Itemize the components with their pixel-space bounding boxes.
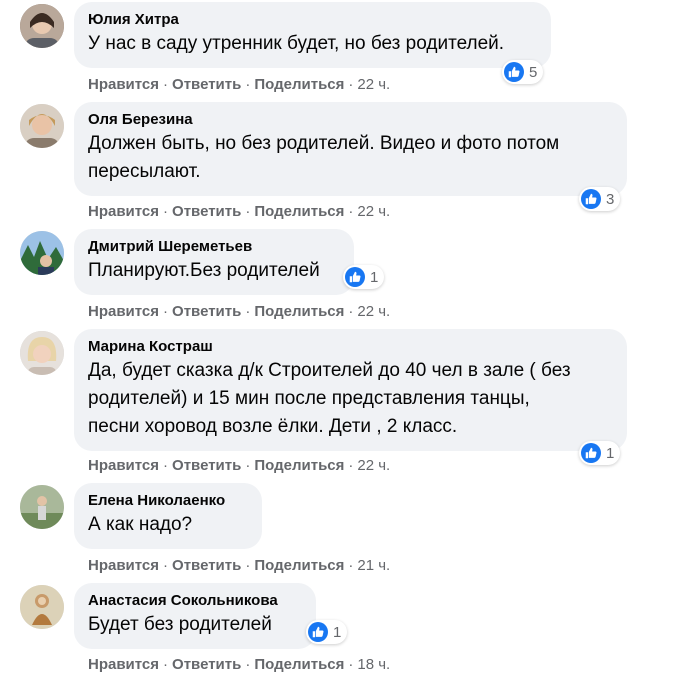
user-avatar-icon: [20, 331, 64, 375]
comment-text: пересылают.: [88, 161, 201, 182]
comment-text: Планируют.Без родителей: [88, 260, 320, 281]
share-button[interactable]: Поделиться: [254, 203, 344, 220]
comment-bubble: Елена Николаенко А как надо?: [74, 483, 262, 549]
separator: ·: [245, 457, 251, 474]
like-button[interactable]: Нравится: [88, 557, 159, 574]
comment-actions: Нравится · Ответить · Поделиться · 22 ч.: [88, 76, 390, 94]
comment-actions: Нравится · Ответить · Поделиться · 18 ч.: [88, 656, 390, 674]
like-count: 1: [606, 444, 615, 462]
reply-button[interactable]: Ответить: [172, 557, 241, 574]
reply-button[interactable]: Ответить: [172, 303, 241, 320]
share-button[interactable]: Поделиться: [254, 76, 344, 93]
avatar[interactable]: [20, 331, 64, 375]
separator: ·: [163, 656, 169, 673]
comment-text: У нас в саду утренник будет, но без роди…: [88, 33, 505, 54]
reply-button[interactable]: Ответить: [172, 203, 241, 220]
separator: ·: [348, 76, 354, 93]
comment-actions: Нравится · Ответить · Поделиться · 22 ч.: [88, 203, 390, 221]
like-icon: [581, 443, 601, 463]
user-avatar-icon: [20, 231, 64, 275]
comment-time[interactable]: 22 ч.: [357, 76, 390, 93]
share-button[interactable]: Поделиться: [254, 303, 344, 320]
avatar[interactable]: [20, 104, 64, 148]
user-avatar-icon: [20, 4, 64, 48]
user-avatar-icon: [20, 585, 64, 629]
separator: ·: [245, 76, 251, 93]
comment-text: Должен быть, но без родителей. Видео и ф…: [88, 133, 560, 154]
reply-button[interactable]: Ответить: [172, 656, 241, 673]
like-icon: [504, 62, 524, 82]
like-count: 1: [370, 268, 379, 286]
comment-bubble: Анастасия Сокольникова Будет без родител…: [74, 583, 316, 649]
comment-author[interactable]: Анастасия Сокольникова: [88, 591, 302, 611]
comment-bubble: Юлия Хитра У нас в саду утренник будет, …: [74, 2, 551, 68]
like-icon: [345, 267, 365, 287]
like-button[interactable]: Нравится: [88, 76, 159, 93]
separator: ·: [245, 557, 251, 574]
separator: ·: [163, 457, 169, 474]
user-avatar-icon: [20, 104, 64, 148]
comment-text: А как надо?: [88, 514, 193, 535]
share-button[interactable]: Поделиться: [254, 656, 344, 673]
comment-author[interactable]: Марина Костраш: [88, 337, 613, 357]
comment-time[interactable]: 22 ч.: [357, 203, 390, 220]
like-icon: [308, 622, 328, 642]
comment-actions: Нравится · Ответить · Поделиться · 22 ч.: [88, 457, 390, 475]
like-count: 5: [529, 63, 538, 81]
share-button[interactable]: Поделиться: [254, 457, 344, 474]
separator: ·: [348, 656, 354, 673]
comment-author[interactable]: Юлия Хитра: [88, 10, 537, 30]
comment-time[interactable]: 22 ч.: [357, 303, 390, 320]
like-button[interactable]: Нравится: [88, 457, 159, 474]
separator: ·: [245, 203, 251, 220]
avatar[interactable]: [20, 4, 64, 48]
reply-button[interactable]: Ответить: [172, 76, 241, 93]
separator: ·: [163, 203, 169, 220]
avatar[interactable]: [20, 485, 64, 529]
separator: ·: [163, 76, 169, 93]
like-count: 3: [606, 190, 615, 208]
reply-button[interactable]: Ответить: [172, 457, 241, 474]
comment-time[interactable]: 21 ч.: [357, 557, 390, 574]
like-count: 1: [333, 623, 342, 641]
comment-actions: Нравится · Ответить · Поделиться · 21 ч.: [88, 557, 390, 575]
reaction-count[interactable]: 1: [306, 620, 348, 644]
user-avatar-icon: [20, 485, 64, 529]
like-button[interactable]: Нравится: [88, 303, 159, 320]
comment-actions: Нравится · Ответить · Поделиться · 22 ч.: [88, 303, 390, 321]
like-icon: [581, 189, 601, 209]
comment-bubble: Дмитрий Шереметьев Планируют.Без родител…: [74, 229, 354, 295]
separator: ·: [245, 303, 251, 320]
separator: ·: [348, 303, 354, 320]
reaction-count[interactable]: 1: [343, 265, 385, 289]
comment-author[interactable]: Оля Березина: [88, 110, 613, 130]
comment-time[interactable]: 18 ч.: [357, 656, 390, 673]
comment-author[interactable]: Дмитрий Шереметьев: [88, 237, 340, 257]
comment-author[interactable]: Елена Николаенко: [88, 491, 248, 511]
reaction-count[interactable]: 5: [502, 60, 544, 84]
separator: ·: [163, 557, 169, 574]
comment-bubble: Оля Березина Должен быть, но без родител…: [74, 102, 627, 196]
comment-bubble: Марина Костраш Да, будет сказка д/к Стро…: [74, 329, 627, 451]
separator: ·: [348, 457, 354, 474]
like-button[interactable]: Нравится: [88, 203, 159, 220]
reaction-count[interactable]: 1: [579, 441, 621, 465]
comment-text: песни хоровод возле ёлки. Дети , 2 класс…: [88, 416, 458, 437]
reaction-count[interactable]: 3: [579, 187, 621, 211]
comment-text: Да, будет сказка д/к Строителей до 40 че…: [88, 360, 571, 381]
avatar[interactable]: [20, 231, 64, 275]
like-button[interactable]: Нравится: [88, 656, 159, 673]
separator: ·: [245, 656, 251, 673]
avatar[interactable]: [20, 585, 64, 629]
separator: ·: [163, 303, 169, 320]
comment-text: родителей) и 15 мин после представления …: [88, 388, 530, 409]
share-button[interactable]: Поделиться: [254, 557, 344, 574]
comment-text: Будет без родителей: [88, 614, 272, 635]
separator: ·: [348, 203, 354, 220]
separator: ·: [348, 557, 354, 574]
comment-time[interactable]: 22 ч.: [357, 457, 390, 474]
